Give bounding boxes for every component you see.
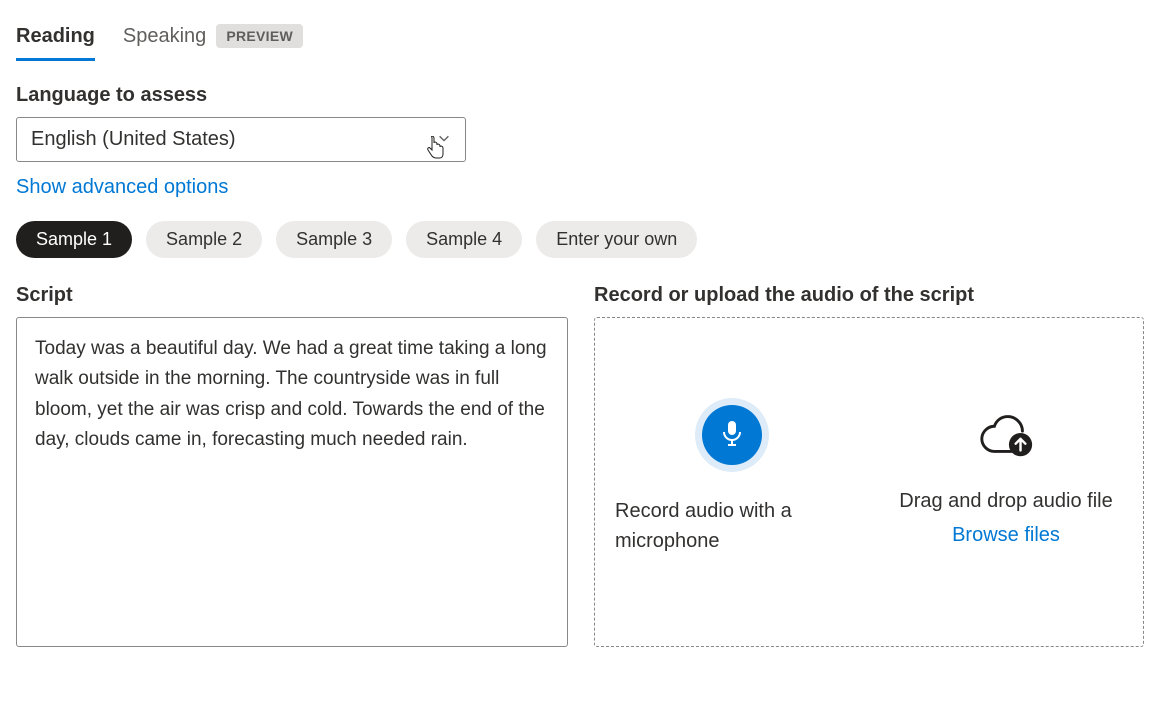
record-section: Record audio with a microphone (595, 318, 869, 646)
record-text: Record audio with a microphone (615, 496, 849, 556)
drop-text: Drag and drop audio file (899, 486, 1112, 516)
language-label: Language to assess (16, 84, 1144, 107)
pill-sample-1[interactable]: Sample 1 (16, 221, 132, 258)
preview-badge: PREVIEW (216, 24, 303, 48)
tab-reading[interactable]: Reading (16, 19, 95, 60)
pill-sample-3[interactable]: Sample 3 (276, 221, 392, 258)
record-label: Record or upload the audio of the script (594, 284, 1144, 307)
microphone-icon (720, 419, 744, 452)
audio-dropzone[interactable]: Record audio with a microphone Drag and … (594, 317, 1144, 647)
mic-button[interactable] (695, 398, 769, 472)
browse-files-link[interactable]: Browse files (952, 524, 1060, 547)
tab-reading-label: Reading (16, 25, 95, 48)
tab-speaking-label: Speaking (123, 25, 206, 48)
language-select[interactable]: English (United States) (16, 117, 466, 162)
chevron-down-icon (437, 128, 451, 151)
language-select-value: English (United States) (31, 128, 236, 151)
upload-section: Drag and drop audio file Browse files (869, 318, 1143, 646)
script-label: Script (16, 284, 568, 307)
tabs-bar: Reading Speaking PREVIEW (16, 18, 1144, 60)
pill-sample-2[interactable]: Sample 2 (146, 221, 262, 258)
cloud-upload-icon (976, 406, 1036, 462)
pill-enter-own[interactable]: Enter your own (536, 221, 697, 258)
tab-speaking[interactable]: Speaking PREVIEW (123, 18, 303, 60)
advanced-options-link[interactable]: Show advanced options (16, 176, 228, 199)
sample-pills: Sample 1 Sample 2 Sample 3 Sample 4 Ente… (16, 221, 1144, 258)
script-textarea[interactable]: Today was a beautiful day. We had a grea… (16, 317, 568, 647)
pill-sample-4[interactable]: Sample 4 (406, 221, 522, 258)
